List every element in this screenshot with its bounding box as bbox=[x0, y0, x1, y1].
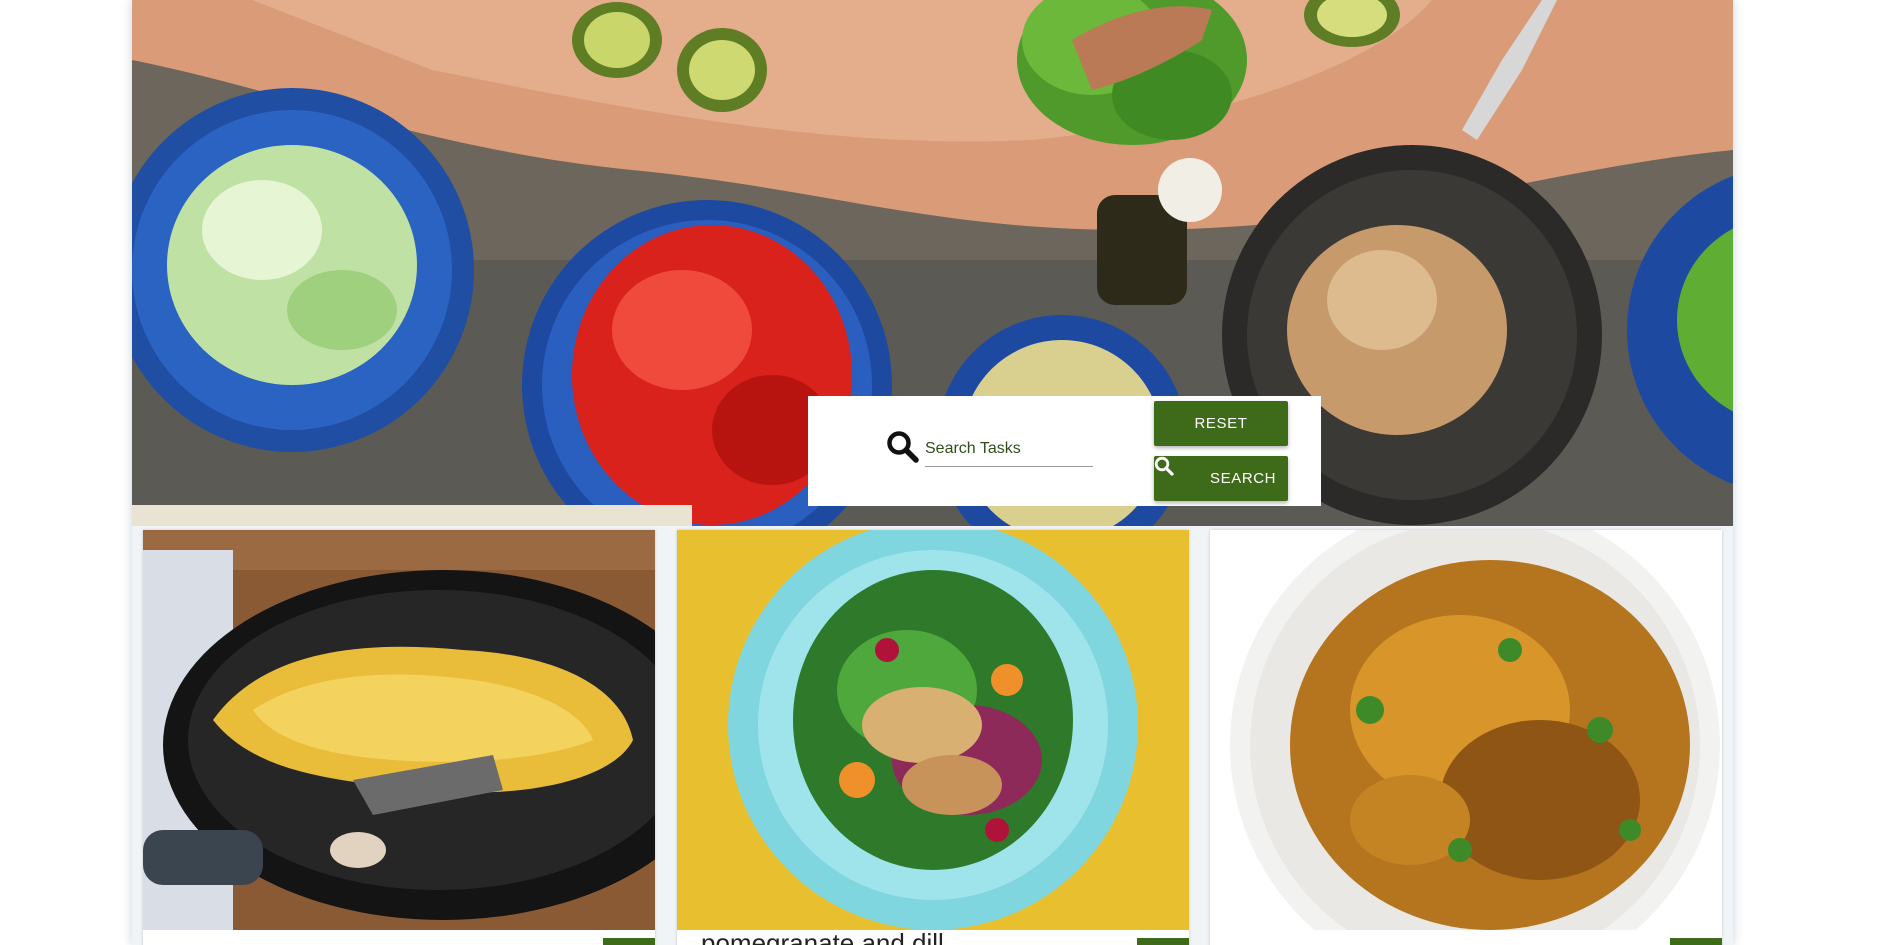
recipe-card-action-button[interactable] bbox=[603, 938, 655, 945]
recipe-card-action-button[interactable] bbox=[1670, 938, 1722, 945]
recipe-card-title: pomegranate and dill bbox=[701, 928, 944, 945]
recipe-card[interactable] bbox=[143, 530, 655, 945]
recipe-card[interactable] bbox=[1210, 530, 1722, 945]
reset-button-label: RESET bbox=[1194, 415, 1248, 432]
recipe-card[interactable]: pomegranate and dill bbox=[677, 530, 1189, 945]
reset-button[interactable]: RESET bbox=[1154, 401, 1288, 446]
recipe-card-image[interactable] bbox=[677, 530, 1189, 930]
search-button-magnifier-icon bbox=[1154, 456, 1190, 489]
recipe-card-image[interactable] bbox=[143, 530, 655, 930]
search-button[interactable]: SEARCH bbox=[1154, 456, 1288, 501]
magnifier-icon bbox=[886, 430, 920, 464]
search-panel: RESET SEARCH bbox=[808, 396, 1321, 506]
search-input[interactable] bbox=[925, 432, 1093, 467]
recipe-card-grid: pomegranate and dill bbox=[132, 526, 1733, 945]
hero-banner: RESET SEARCH bbox=[132, 0, 1733, 526]
recipe-card-action-button[interactable] bbox=[1137, 938, 1189, 945]
search-button-label: SEARCH bbox=[1210, 470, 1277, 487]
page-container: RESET SEARCH bbox=[132, 0, 1733, 945]
recipe-card-image[interactable] bbox=[1210, 530, 1722, 930]
